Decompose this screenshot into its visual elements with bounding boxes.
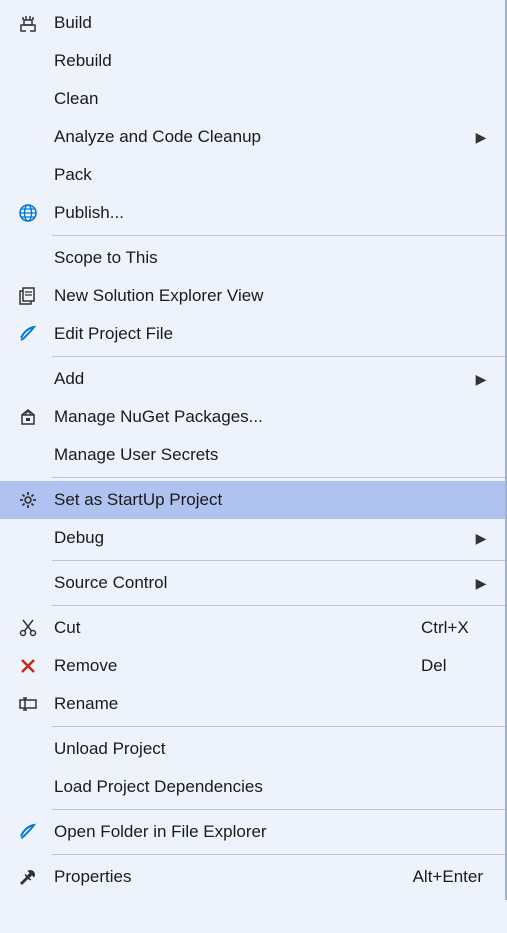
menu-item-shortcut: Alt+Enter (413, 867, 491, 887)
menu-item-manage-user-secrets[interactable]: Manage User Secrets (0, 436, 505, 474)
menu-separator (52, 235, 505, 236)
menu-separator (52, 854, 505, 855)
menu-item-label: Add (48, 369, 471, 389)
menu-item-shortcut: Del (421, 656, 491, 676)
menu-item-open-folder-in-file-explorer[interactable]: Open Folder in File Explorer (0, 813, 505, 851)
menu-item-label: Edit Project File (48, 324, 491, 344)
publish-icon (8, 203, 48, 223)
menu-item-clean[interactable]: Clean (0, 80, 505, 118)
build-icon (8, 13, 48, 33)
edit-icon (8, 324, 48, 344)
menu-item-label: Open Folder in File Explorer (48, 822, 491, 842)
menu-item-label: Clean (48, 89, 491, 109)
menu-item-properties[interactable]: PropertiesAlt+Enter (0, 858, 505, 896)
menu-item-new-solution-explorer-view[interactable]: New Solution Explorer View (0, 277, 505, 315)
menu-item-build[interactable]: Build (0, 4, 505, 42)
menu-item-debug[interactable]: Debug▶ (0, 519, 505, 557)
submenu-arrow-icon: ▶ (471, 129, 491, 146)
solution-view-icon (8, 286, 48, 306)
menu-item-label: Rename (48, 694, 491, 714)
submenu-arrow-icon: ▶ (471, 371, 491, 388)
menu-item-cut[interactable]: CutCtrl+X (0, 609, 505, 647)
nuget-icon (8, 407, 48, 427)
menu-item-source-control[interactable]: Source Control▶ (0, 564, 505, 602)
menu-item-label: New Solution Explorer View (48, 286, 491, 306)
rename-icon (8, 694, 48, 714)
menu-item-publish[interactable]: Publish... (0, 194, 505, 232)
menu-separator (52, 356, 505, 357)
menu-item-label: Set as StartUp Project (48, 490, 491, 510)
menu-item-label: Scope to This (48, 248, 491, 268)
menu-item-remove[interactable]: RemoveDel (0, 647, 505, 685)
menu-item-shortcut: Ctrl+X (421, 618, 491, 638)
open-folder-icon (8, 822, 48, 842)
menu-separator (52, 726, 505, 727)
cut-icon (8, 618, 48, 638)
menu-item-rebuild[interactable]: Rebuild (0, 42, 505, 80)
menu-item-label: Pack (48, 165, 491, 185)
menu-item-label: Rebuild (48, 51, 491, 71)
menu-item-label: Unload Project (48, 739, 491, 759)
submenu-arrow-icon: ▶ (471, 575, 491, 592)
menu-item-label: Analyze and Code Cleanup (48, 127, 471, 147)
menu-item-unload-project[interactable]: Unload Project (0, 730, 505, 768)
menu-item-manage-nuget-packages[interactable]: Manage NuGet Packages... (0, 398, 505, 436)
remove-icon (8, 656, 48, 676)
menu-separator (52, 477, 505, 478)
menu-item-add[interactable]: Add▶ (0, 360, 505, 398)
menu-separator (52, 809, 505, 810)
menu-item-scope-to-this[interactable]: Scope to This (0, 239, 505, 277)
menu-item-label: Debug (48, 528, 471, 548)
submenu-arrow-icon: ▶ (471, 530, 491, 547)
context-menu: Build Rebuild Clean Analyze and Code Cleanu… (0, 0, 507, 900)
menu-item-label: Source Control (48, 573, 471, 593)
menu-item-label: Build (48, 13, 491, 33)
menu-item-label: Load Project Dependencies (48, 777, 491, 797)
gear-icon (8, 490, 48, 510)
menu-separator (52, 605, 505, 606)
menu-item-label: Publish... (48, 203, 491, 223)
menu-separator (52, 560, 505, 561)
menu-item-rename[interactable]: Rename (0, 685, 505, 723)
properties-icon (8, 867, 48, 887)
menu-item-label: Manage NuGet Packages... (48, 407, 491, 427)
menu-item-analyze-and-code-cleanup[interactable]: Analyze and Code Cleanup▶ (0, 118, 505, 156)
menu-item-edit-project-file[interactable]: Edit Project File (0, 315, 505, 353)
menu-item-label: Manage User Secrets (48, 445, 491, 465)
menu-item-label: Properties (48, 867, 413, 887)
menu-item-label: Remove (48, 656, 421, 676)
menu-item-label: Cut (48, 618, 421, 638)
menu-item-set-as-startup-project[interactable]: Set as StartUp Project (0, 481, 505, 519)
menu-item-load-project-dependencies[interactable]: Load Project Dependencies (0, 768, 505, 806)
menu-item-pack[interactable]: Pack (0, 156, 505, 194)
